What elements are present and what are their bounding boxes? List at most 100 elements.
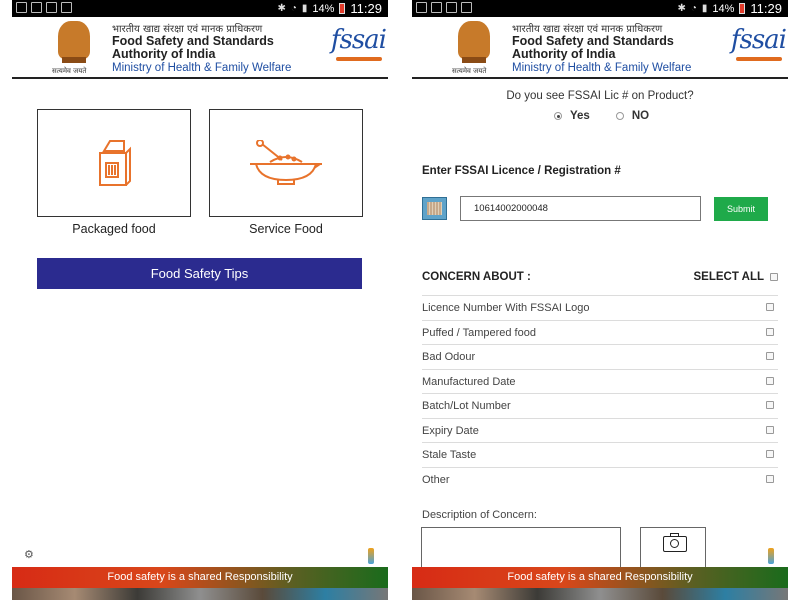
info-icon[interactable] [368, 548, 374, 564]
food-plate-icon [250, 140, 322, 185]
app-header: सत्यमेव जयते भारतीय खाद्य संरक्षा एवं मा… [12, 17, 388, 79]
barcode-scan-button[interactable] [422, 197, 447, 220]
barcode-icon [427, 202, 442, 215]
submit-button[interactable]: Submit [714, 197, 768, 221]
status-bar: ✱ ◔ ▮ 14% 11:29 [412, 0, 788, 17]
fssai-logo: fssai [730, 25, 787, 55]
responsibility-banner: Food safety is a shared Responsibility [12, 567, 388, 588]
national-emblem-icon [452, 21, 496, 69]
concern-item[interactable]: Stale Taste [422, 442, 778, 467]
emblem-motto: सत्यमेव जयते [52, 67, 87, 75]
concern-label: Puffed / Tampered food [422, 326, 536, 339]
concern-item[interactable]: Bad Odour [422, 344, 778, 369]
concern-checkbox[interactable] [766, 401, 774, 409]
prescription-icon [461, 2, 472, 13]
licence-input[interactable] [460, 196, 701, 221]
concern-item[interactable]: Puffed / Tampered food [422, 319, 778, 345]
radio-yes-label: Yes [570, 110, 590, 122]
fssai-logo: fssai [330, 25, 387, 55]
concern-checkbox[interactable] [766, 352, 774, 360]
milk-carton-icon [99, 140, 131, 186]
signal-icon: ▮ [701, 3, 708, 14]
ministry-name: Ministry of Health & Family Welfare [512, 62, 692, 74]
battery-icon [339, 3, 346, 14]
service-food-label: Service Food [249, 222, 323, 236]
home-screen: ✱ ◔ ▮ 14% 11:29 सत्यमेव जयते भारतीय खाद्… [12, 0, 388, 600]
packaged-food-tile[interactable] [37, 109, 191, 217]
concern-item[interactable]: Batch/Lot Number [422, 393, 778, 418]
radio-no-label: NO [631, 110, 650, 122]
concern-label: Expiry Date [422, 424, 479, 437]
packaged-food-label: Packaged food [72, 222, 156, 236]
emblem-motto: सत्यमेव जयते [452, 67, 487, 75]
settings-icon[interactable]: ⚙ [24, 548, 38, 561]
concern-checkbox[interactable] [766, 376, 774, 385]
logo-swoosh [336, 57, 382, 61]
concern-label: Licence Number With FSSAI Logo [422, 302, 590, 314]
licence-title: Enter FSSAI Licence / Registration # [422, 165, 621, 177]
wifi-icon: ◔ [690, 3, 697, 14]
food-safety-tips-button[interactable]: Food Safety Tips [37, 258, 362, 289]
concern-item[interactable]: Licence Number With FSSAI Logo [422, 295, 778, 320]
select-all[interactable]: SELECT ALL [693, 271, 778, 283]
concern-label: Batch/Lot Number [422, 400, 511, 412]
concern-checkbox[interactable] [766, 327, 774, 336]
prescription-icon [61, 2, 72, 13]
concern-checkbox[interactable] [766, 303, 774, 311]
app-header: सत्यमेव जयते भारतीय खाद्य संरक्षा एवं मा… [412, 17, 788, 79]
battery-percent: 14% [312, 2, 335, 15]
clock: 11:29 [350, 1, 382, 16]
concern-label: Bad Odour [422, 351, 476, 363]
select-all-label: SELECT ALL [693, 271, 765, 283]
notification-icons [16, 2, 72, 13]
concern-checkbox[interactable] [766, 425, 774, 434]
concern-item[interactable]: Other [422, 466, 778, 492]
usb-icon [416, 2, 427, 13]
concern-checkbox[interactable] [766, 450, 774, 458]
image-icon [31, 2, 42, 13]
radio-yes[interactable]: Yes [554, 110, 590, 122]
description-input[interactable] [421, 527, 621, 572]
status-bar: ✱ ◔ ▮ 14% 11:29 [12, 0, 388, 17]
camera-button[interactable] [640, 527, 706, 572]
battery-percent: 14% [712, 2, 735, 15]
image-icon [431, 2, 442, 13]
ministry-name: Ministry of Health & Family Welfare [112, 62, 292, 74]
responsibility-banner: Food safety is a shared Responsibility [412, 567, 788, 588]
hindi-title: भारतीय खाद्य संरक्षा एवं मानक प्राधिकरण [112, 24, 263, 35]
battery-icon [739, 3, 746, 14]
app-icon [446, 2, 457, 13]
concern-heading: CONCERN ABOUT : [422, 271, 531, 283]
banner-photo [412, 588, 788, 600]
bluetooth-icon: ✱ [677, 3, 686, 14]
concern-label: Stale Taste [422, 449, 477, 461]
usb-icon [16, 2, 27, 13]
title-line-2: Authority of India [112, 47, 216, 61]
concern-label: Other [422, 473, 450, 486]
bluetooth-icon: ✱ [277, 3, 286, 14]
radio-no[interactable]: NO [615, 110, 650, 122]
description-label: Description of Concern: [422, 509, 537, 521]
logo-swoosh [736, 57, 782, 61]
concern-list: Licence Number With FSSAI Logo Puffed / … [422, 295, 778, 491]
info-icon[interactable] [768, 548, 774, 564]
concern-checkbox[interactable] [766, 474, 774, 483]
select-all-checkbox[interactable] [770, 273, 778, 281]
radio-no-dot[interactable] [615, 112, 624, 120]
service-food-tile[interactable] [209, 109, 363, 217]
hindi-title: भारतीय खाद्य संरक्षा एवं मानक प्राधिकरण [512, 24, 663, 35]
radio-yes-dot[interactable] [554, 112, 562, 120]
title-line-2: Authority of India [512, 47, 616, 61]
app-icon [46, 2, 57, 13]
notification-icons [416, 2, 472, 13]
concern-item[interactable]: Expiry Date [422, 417, 778, 443]
concern-label: Manufactured Date [422, 375, 516, 388]
concern-item[interactable]: Manufactured Date [422, 368, 778, 394]
licence-question: Do you see FSSAI Lic # on Product? [506, 90, 694, 102]
signal-icon: ▮ [301, 3, 308, 14]
clock: 11:29 [750, 1, 782, 16]
wifi-icon: ◔ [290, 3, 297, 14]
complaint-screen: ✱ ◔ ▮ 14% 11:29 सत्यमेव जयते भारतीय खाद्… [412, 0, 788, 600]
banner-photo [12, 588, 388, 600]
licence-radio-group: Yes NO [554, 110, 649, 122]
